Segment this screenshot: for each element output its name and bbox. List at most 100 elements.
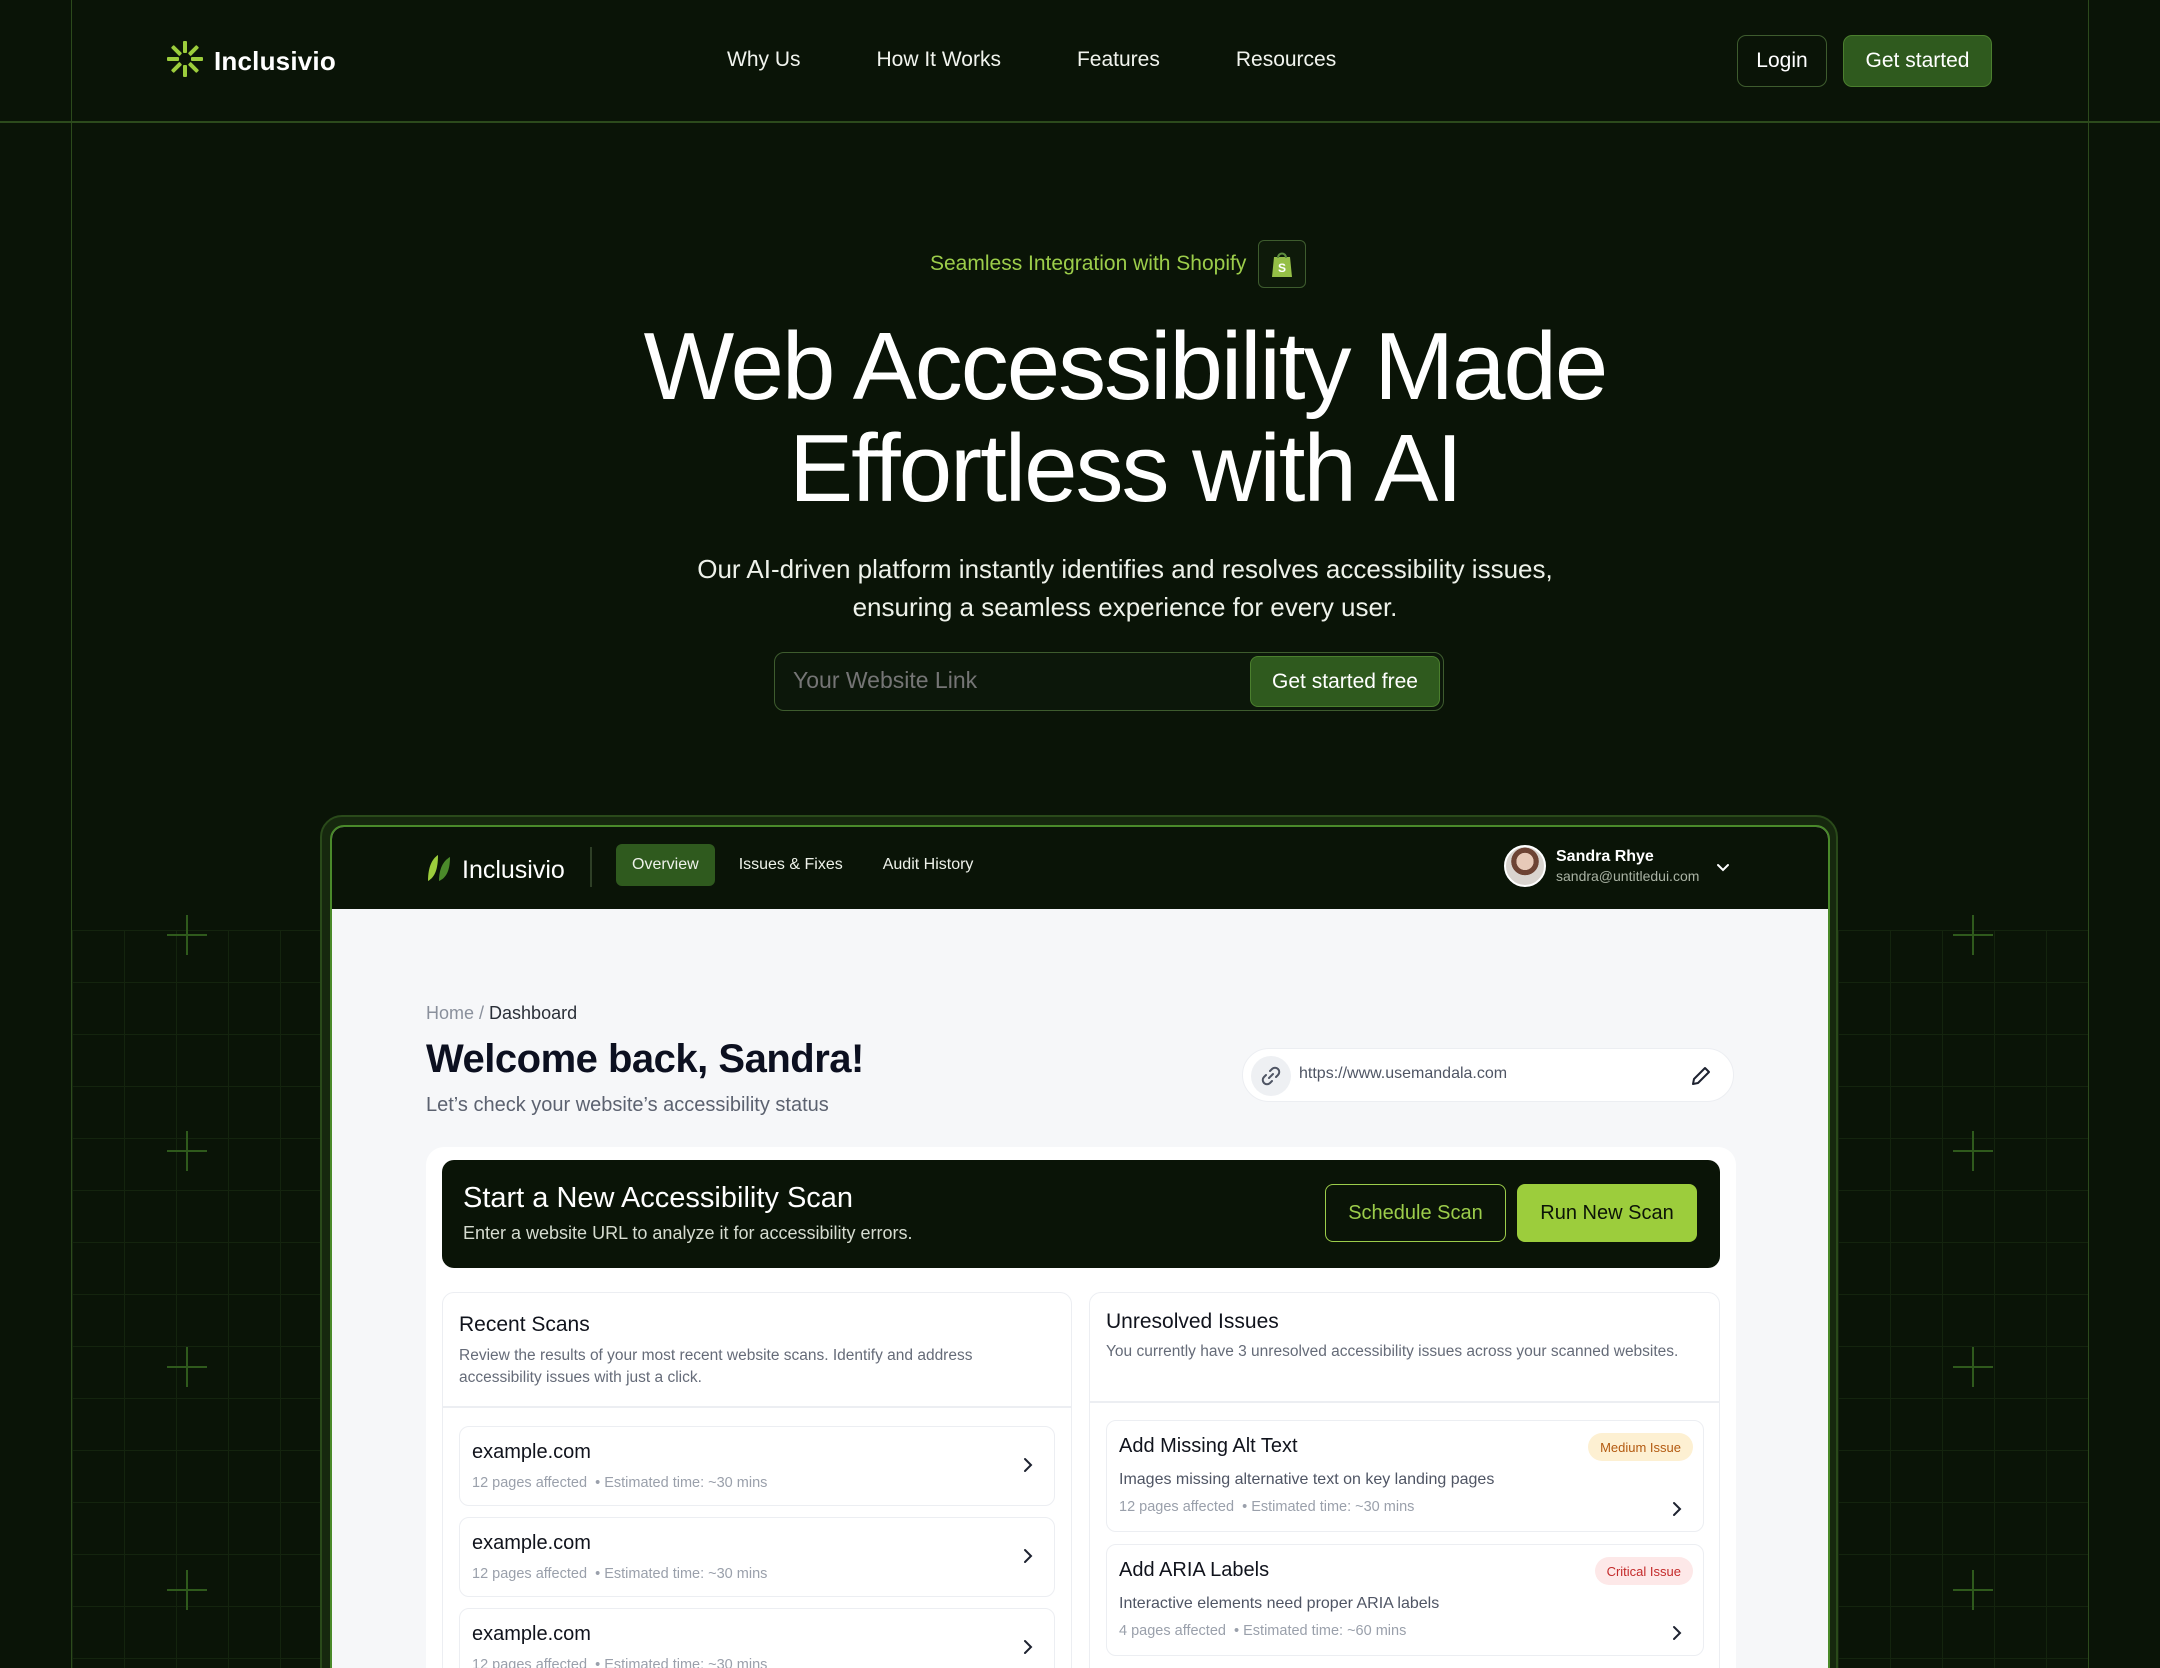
hero-subtitle-line: ensuring a seamless experience for every… (852, 592, 1398, 622)
recent-scans-panel: Recent Scans Review the results of your … (442, 1292, 1072, 1668)
grid-cross-decoration (167, 915, 207, 955)
scan-time: • Estimated time: ~30 mins (595, 1657, 768, 1668)
issue-pages: 12 pages affected (1119, 1499, 1235, 1515)
issue-description: Interactive elements need proper ARIA la… (1119, 1595, 1440, 1612)
login-button[interactable]: Login (1737, 35, 1827, 87)
shopify-integration-badge[interactable]: Seamless Integration with Shopify S (930, 240, 1307, 288)
issue-title: Add Missing Alt Text (1119, 1435, 1298, 1457)
nav-link-features[interactable]: Features (1077, 48, 1160, 72)
status-badge: Critical Issue (1594, 1557, 1693, 1585)
unresolved-issues-description: You currently have 3 unresolved accessib… (1106, 1343, 1679, 1360)
hero-subtitle-line: Our AI-driven platform instantly identif… (697, 554, 1553, 584)
chevron-right-icon[interactable] (1667, 1499, 1687, 1524)
list-item[interactable]: example.com 12 pages affected • Estimate… (459, 1426, 1055, 1506)
recent-scans-title: Recent Scans (459, 1313, 590, 1336)
issue-time: • Estimated time: ~30 mins (1242, 1499, 1415, 1515)
brand-logo[interactable]: Inclusivio (166, 40, 336, 83)
run-new-scan-button[interactable]: Run New Scan (1517, 1184, 1697, 1242)
grid-background-left (72, 930, 332, 1668)
grid-cross-decoration (167, 1131, 207, 1171)
recent-scans-description: Review the results of your most recent w… (459, 1347, 973, 1386)
nav-link-how-it-works[interactable]: How It Works (877, 48, 1001, 72)
chevron-right-icon[interactable] (1667, 1623, 1687, 1648)
main-menu: Why Us How It Works Features Resources (727, 48, 1336, 72)
grid-cross-decoration (167, 1347, 207, 1387)
user-menu[interactable]: Sandra Rhye sandra@untitledui.com (1504, 845, 1699, 887)
website-link-input[interactable] (793, 667, 1233, 694)
panel-divider (443, 1406, 1071, 1408)
hero-subtitle: Our AI-driven platform instantly identif… (560, 550, 1690, 626)
topbar-divider (590, 847, 592, 887)
scan-time: • Estimated time: ~30 mins (595, 1475, 768, 1491)
scan-domain: example.com (472, 1623, 591, 1645)
website-link-form: Get started free (774, 652, 1444, 711)
dashboard-preview: Inclusivio Overview Issues & Fixes Audit… (330, 825, 1830, 1668)
user-name: Sandra Rhye (1556, 848, 1654, 865)
page-title: Welcome back, Sandra! (426, 1037, 864, 1081)
status-badge: Medium Issue (1588, 1433, 1693, 1461)
dashboard-brand-name: Inclusivio (462, 856, 565, 884)
dashboard-brand[interactable]: Inclusivio (426, 853, 565, 888)
grid-cross-decoration (1953, 1131, 1993, 1171)
unresolved-issues-panel: Unresolved Issues You currently have 3 u… (1089, 1292, 1720, 1668)
chevron-right-icon[interactable] (1018, 1546, 1038, 1571)
new-scan-subtitle: Enter a website URL to analyze it for ac… (463, 1223, 913, 1243)
issue-card[interactable]: Add ARIA Labels Critical Issue Interacti… (1106, 1544, 1704, 1656)
list-item[interactable]: example.com 12 pages affected • Estimate… (459, 1517, 1055, 1597)
chevron-down-icon[interactable] (1715, 859, 1731, 880)
sunburst-logo-icon (166, 40, 204, 83)
scan-pages: 12 pages affected (472, 1566, 588, 1582)
tab-overview[interactable]: Overview (616, 844, 715, 886)
grid-cross-decoration (1953, 1570, 1993, 1610)
top-navigation: Inclusivio Why Us How It Works Features … (0, 0, 2160, 122)
site-url-field[interactable]: https://www.usemandala.com (1242, 1048, 1734, 1102)
issue-pages: 4 pages affected (1119, 1623, 1226, 1639)
shopify-bag-icon: S (1258, 240, 1307, 288)
tab-issues-fixes[interactable]: Issues & Fixes (723, 844, 859, 886)
schedule-scan-button[interactable]: Schedule Scan (1325, 1184, 1506, 1242)
scan-domain: example.com (472, 1441, 591, 1463)
nav-link-why-us[interactable]: Why Us (727, 48, 801, 72)
breadcrumb-current: Dashboard (489, 1003, 578, 1023)
hero-title-line: Effortless with AI (789, 415, 1463, 522)
breadcrumb-separator: / (474, 1003, 490, 1023)
chevron-right-icon[interactable] (1018, 1455, 1038, 1480)
scan-meta: 12 pages affected • Estimated time: ~30 … (472, 1657, 767, 1668)
pencil-icon[interactable] (1689, 1064, 1713, 1093)
leaf-logo-icon (426, 853, 452, 888)
grid-background-right (1838, 930, 2088, 1668)
issue-title: Add ARIA Labels (1119, 1559, 1270, 1581)
new-scan-banner: Start a New Accessibility Scan Enter a w… (442, 1160, 1720, 1268)
dashboard-topbar: Inclusivio Overview Issues & Fixes Audit… (332, 827, 1828, 909)
frame-line-right (2088, 0, 2089, 1668)
issue-description: Images missing alternative text on key l… (1119, 1471, 1495, 1488)
brand-name: Inclusivio (214, 46, 336, 76)
issue-card[interactable]: Add Missing Alt Text Medium Issue Images… (1106, 1420, 1704, 1532)
grid-cross-decoration (167, 1570, 207, 1610)
get-started-free-button[interactable]: Get started free (1250, 656, 1440, 707)
site-url-value: https://www.usemandala.com (1299, 1065, 1508, 1082)
link-icon (1251, 1056, 1291, 1096)
svg-text:S: S (1278, 261, 1286, 275)
issue-time: • Estimated time: ~60 mins (1234, 1623, 1407, 1639)
issue-meta: 12 pages affected • Estimated time: ~30 … (1119, 1499, 1414, 1515)
issue-meta: 4 pages affected • Estimated time: ~60 m… (1119, 1623, 1406, 1639)
chevron-right-icon[interactable] (1018, 1637, 1038, 1662)
grid-cross-decoration (1953, 1347, 1993, 1387)
get-started-button[interactable]: Get started (1843, 35, 1992, 87)
page-subtitle: Let’s check your website’s accessibility… (426, 1094, 829, 1116)
scan-time: • Estimated time: ~30 mins (595, 1566, 768, 1582)
user-info: Sandra Rhye sandra@untitledui.com (1556, 848, 1699, 884)
nav-link-resources[interactable]: Resources (1236, 48, 1336, 72)
scan-meta: 12 pages affected • Estimated time: ~30 … (472, 1475, 767, 1491)
avatar (1504, 845, 1546, 887)
panel-divider (1090, 1401, 1719, 1403)
tab-audit-history[interactable]: Audit History (867, 844, 990, 886)
integration-label: Seamless Integration with Shopify (930, 252, 1247, 275)
breadcrumb-home[interactable]: Home (426, 1003, 474, 1023)
dashboard-tabs: Overview Issues & Fixes Audit History (616, 844, 989, 886)
grid-cross-decoration (1953, 915, 1993, 955)
scan-pages: 12 pages affected (472, 1657, 588, 1668)
list-item[interactable]: example.com 12 pages affected • Estimate… (459, 1608, 1055, 1668)
unresolved-issues-title: Unresolved Issues (1106, 1310, 1279, 1333)
